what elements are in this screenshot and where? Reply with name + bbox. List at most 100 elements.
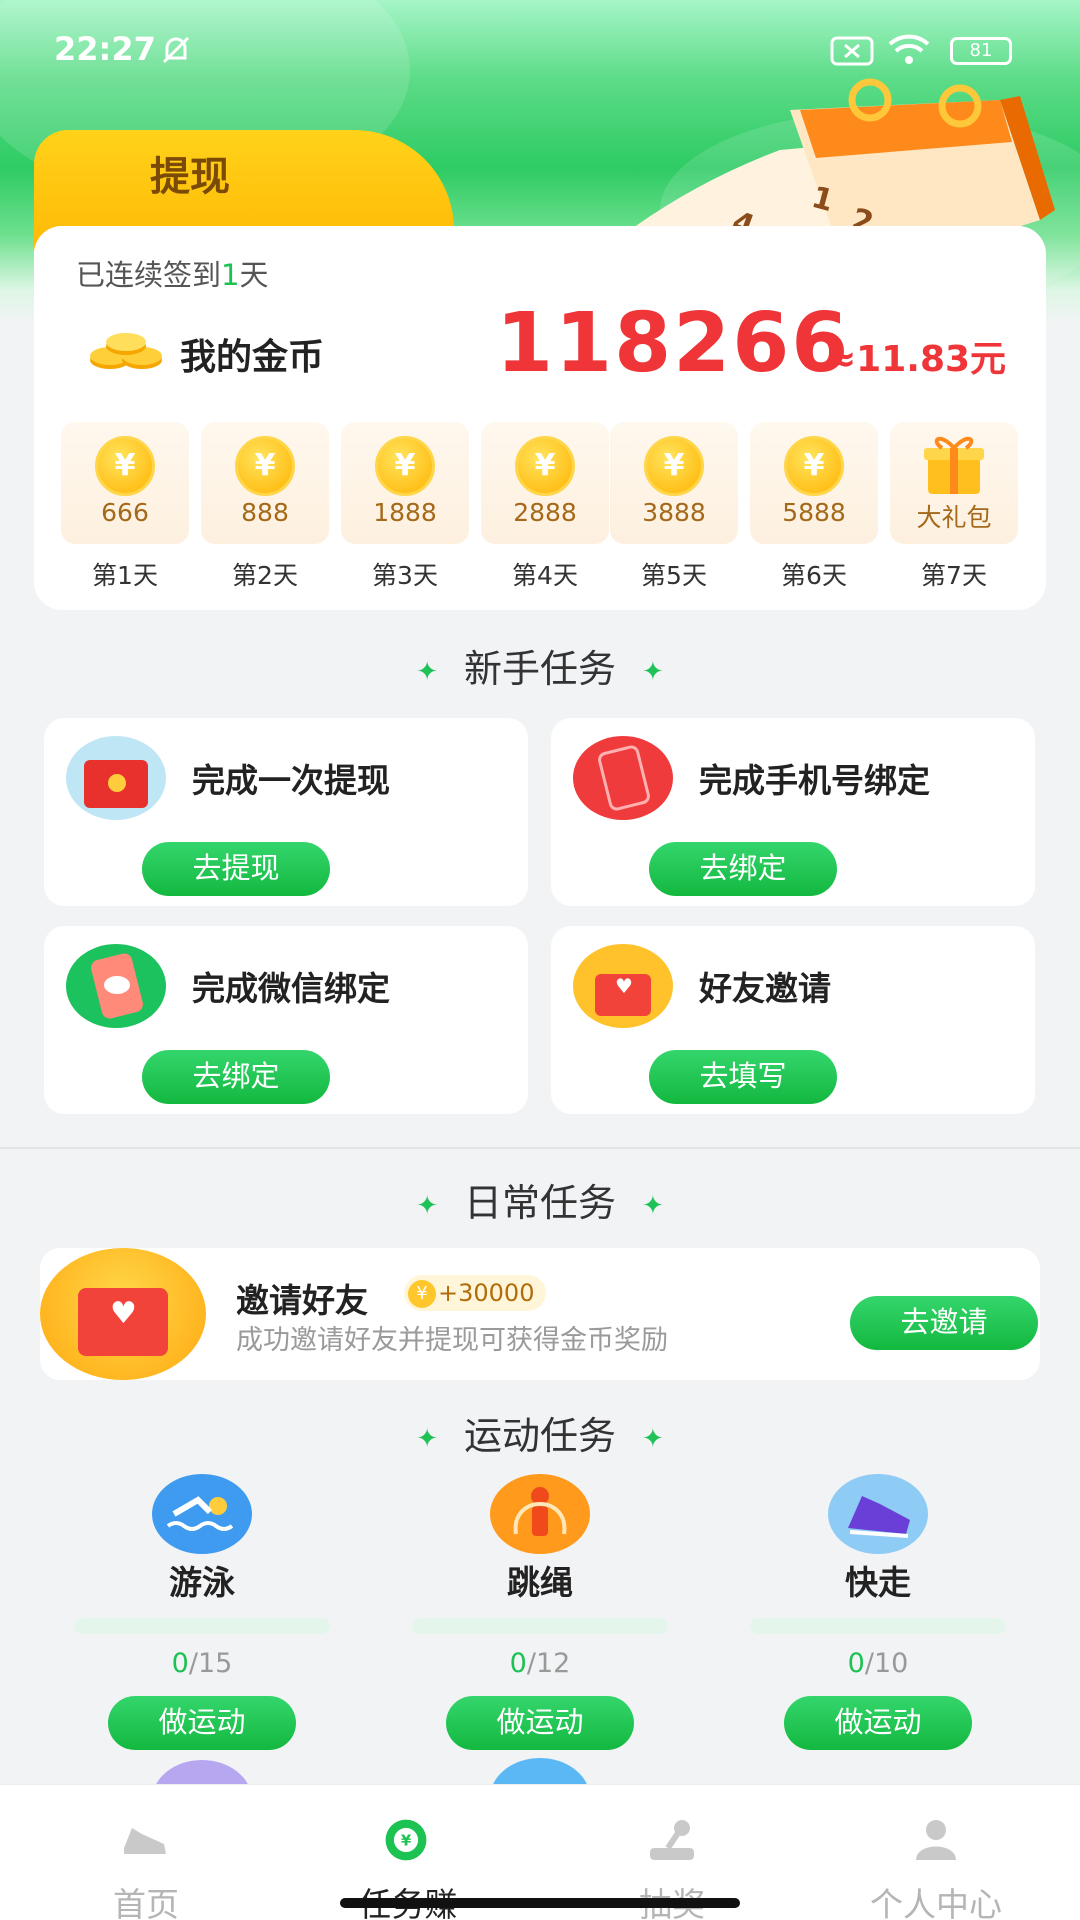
home-indicator xyxy=(340,1898,740,1908)
invite-reward-badge: ¥ +30000 xyxy=(404,1275,547,1311)
go-invite-button[interactable]: 去邀请 xyxy=(850,1296,1038,1350)
day-amount: 2888 xyxy=(513,498,577,527)
wechat-phone-icon xyxy=(66,944,166,1028)
sparkle-icon: ✦ xyxy=(642,1423,664,1454)
sport-progress-total: /10 xyxy=(864,1648,909,1679)
sport-progress-text: 0/12 xyxy=(440,1648,640,1679)
signin-day-4[interactable]: ¥2888 xyxy=(481,422,609,544)
task-card-invite-code: ♥ 好友邀请 去填写 xyxy=(551,926,1035,1114)
streak-days: 1 xyxy=(221,258,240,292)
gift-box-icon xyxy=(924,436,984,494)
do-exercise-button[interactable]: 做运动 xyxy=(108,1696,296,1750)
bell-muted-icon xyxy=(162,36,190,64)
sport-progress-bar xyxy=(412,1618,668,1634)
section-divider xyxy=(0,1147,1080,1149)
sport-progress-done: 0 xyxy=(171,1648,189,1679)
withdraw-label[interactable]: 提现 xyxy=(150,144,230,202)
sports-title-text: 运动任务 xyxy=(463,1414,616,1458)
newbie-section-title: ✦ 新手任务 ✦ xyxy=(0,638,1080,693)
sport-progress-total: /12 xyxy=(526,1648,571,1679)
task-title: 完成一次提现 xyxy=(192,761,390,800)
day-amount: 5888 xyxy=(782,498,846,527)
day-amount: 666 xyxy=(101,498,149,527)
sparkle-icon: ✦ xyxy=(416,1423,438,1454)
day-label: 第6天 xyxy=(781,561,847,590)
day-label: 第4天 xyxy=(512,561,578,590)
coin-total: 118266 xyxy=(496,296,851,391)
coin-tab-icon: ¥ xyxy=(385,1819,427,1861)
task-card-withdraw: 完成一次提现 去提现 xyxy=(44,718,528,906)
sparkle-icon: ✦ xyxy=(416,656,438,687)
gold-coins-icon xyxy=(90,333,162,369)
task-title: 完成手机号绑定 xyxy=(699,761,930,800)
day-label: 第5天 xyxy=(641,561,707,590)
streak-prefix: 已连续签到 xyxy=(76,258,222,292)
sport-name: 游泳 xyxy=(169,1563,235,1602)
invite-title: 邀请好友 xyxy=(236,1281,368,1320)
streak-text: 已连续签到1天 xyxy=(76,252,268,294)
go-bind-phone-button[interactable]: 去绑定 xyxy=(649,842,837,896)
yuan-coin-icon: ¥ xyxy=(784,436,844,496)
sport-progress-bar xyxy=(74,1618,330,1634)
signin-day-6[interactable]: ¥5888 xyxy=(750,422,878,544)
signin-day-3[interactable]: ¥1888 xyxy=(341,422,469,544)
go-bind-wechat-button[interactable]: 去绑定 xyxy=(142,1050,330,1104)
go-withdraw-button[interactable]: 去提现 xyxy=(142,842,330,896)
red-envelope-icon xyxy=(66,736,166,820)
day-label: 第3天 xyxy=(372,561,438,590)
day-label: 第1天 xyxy=(92,561,158,590)
go-fill-button[interactable]: 去填写 xyxy=(649,1050,837,1104)
yuan-coin-icon: ¥ xyxy=(95,436,155,496)
sparkle-icon: ✦ xyxy=(642,1190,664,1221)
sport-progress-total: /15 xyxy=(188,1648,233,1679)
lottery-joystick-icon xyxy=(650,1820,694,1860)
sport-progress-done: 0 xyxy=(847,1648,865,1679)
signin-day-2[interactable]: ¥888 xyxy=(201,422,329,544)
sport-name: 跳绳 xyxy=(507,1563,573,1602)
yuan-coin-icon: ¥ xyxy=(235,436,295,496)
sneaker-icon xyxy=(124,1828,166,1854)
sport-name: 快走 xyxy=(845,1563,911,1602)
tab-label-home: 首页 xyxy=(113,1885,179,1920)
sparkle-icon: ✦ xyxy=(416,1190,438,1221)
daily-title-text: 日常任务 xyxy=(463,1181,616,1225)
day-amount: 888 xyxy=(241,498,289,527)
streak-suffix: 天 xyxy=(239,258,269,292)
task-card-wechat: 完成微信绑定 去绑定 xyxy=(44,926,528,1114)
sport-progress-done: 0 xyxy=(509,1648,527,1679)
wifi-icon xyxy=(888,34,930,64)
phone-link-icon xyxy=(573,736,673,820)
yuan-coin-icon: ¥ xyxy=(515,436,575,496)
task-title: 好友邀请 xyxy=(699,969,831,1008)
brisk-walk-icon xyxy=(828,1474,928,1554)
sport-progress-text: 0/10 xyxy=(778,1648,978,1679)
day-amount: 1888 xyxy=(373,498,437,527)
signin-day-5[interactable]: ¥3888 xyxy=(610,422,738,544)
day-label: 第7天 xyxy=(921,561,987,590)
daily-section-title: ✦ 日常任务 ✦ xyxy=(0,1172,1080,1227)
tab-label-profile: 个人中心 xyxy=(870,1885,1002,1920)
invite-reward-amount: +30000 xyxy=(438,1279,535,1307)
my-coins-label: 我的金币 xyxy=(180,337,325,378)
sim-icon xyxy=(830,36,874,66)
do-exercise-button[interactable]: 做运动 xyxy=(446,1696,634,1750)
yuan-coin-icon: ¥ xyxy=(408,1280,436,1308)
signin-day-7[interactable]: 大礼包 xyxy=(890,422,1018,544)
day-amount: 3888 xyxy=(642,498,706,527)
sport-progress-bar xyxy=(750,1618,1006,1634)
jump-rope-icon xyxy=(490,1474,590,1554)
yuan-coin-icon: ¥ xyxy=(375,436,435,496)
sparkle-icon: ✦ xyxy=(642,656,664,687)
invite-envelope-icon: ♥ xyxy=(40,1248,206,1380)
yuan-coin-icon: ¥ xyxy=(644,436,704,496)
signin-day-1[interactable]: ¥666 xyxy=(61,422,189,544)
task-title: 完成微信绑定 xyxy=(192,969,390,1008)
status-time: 22:27 xyxy=(54,30,156,68)
battery-icon: 81 xyxy=(950,37,1012,65)
sports-section-title: ✦ 运动任务 ✦ xyxy=(0,1405,1080,1460)
coin-money-value: ≈11.83元 xyxy=(826,339,1007,380)
do-exercise-button[interactable]: 做运动 xyxy=(784,1696,972,1750)
day-label: 第2天 xyxy=(232,561,298,590)
newbie-title-text: 新手任务 xyxy=(463,647,616,691)
sport-progress-text: 0/15 xyxy=(102,1648,302,1679)
